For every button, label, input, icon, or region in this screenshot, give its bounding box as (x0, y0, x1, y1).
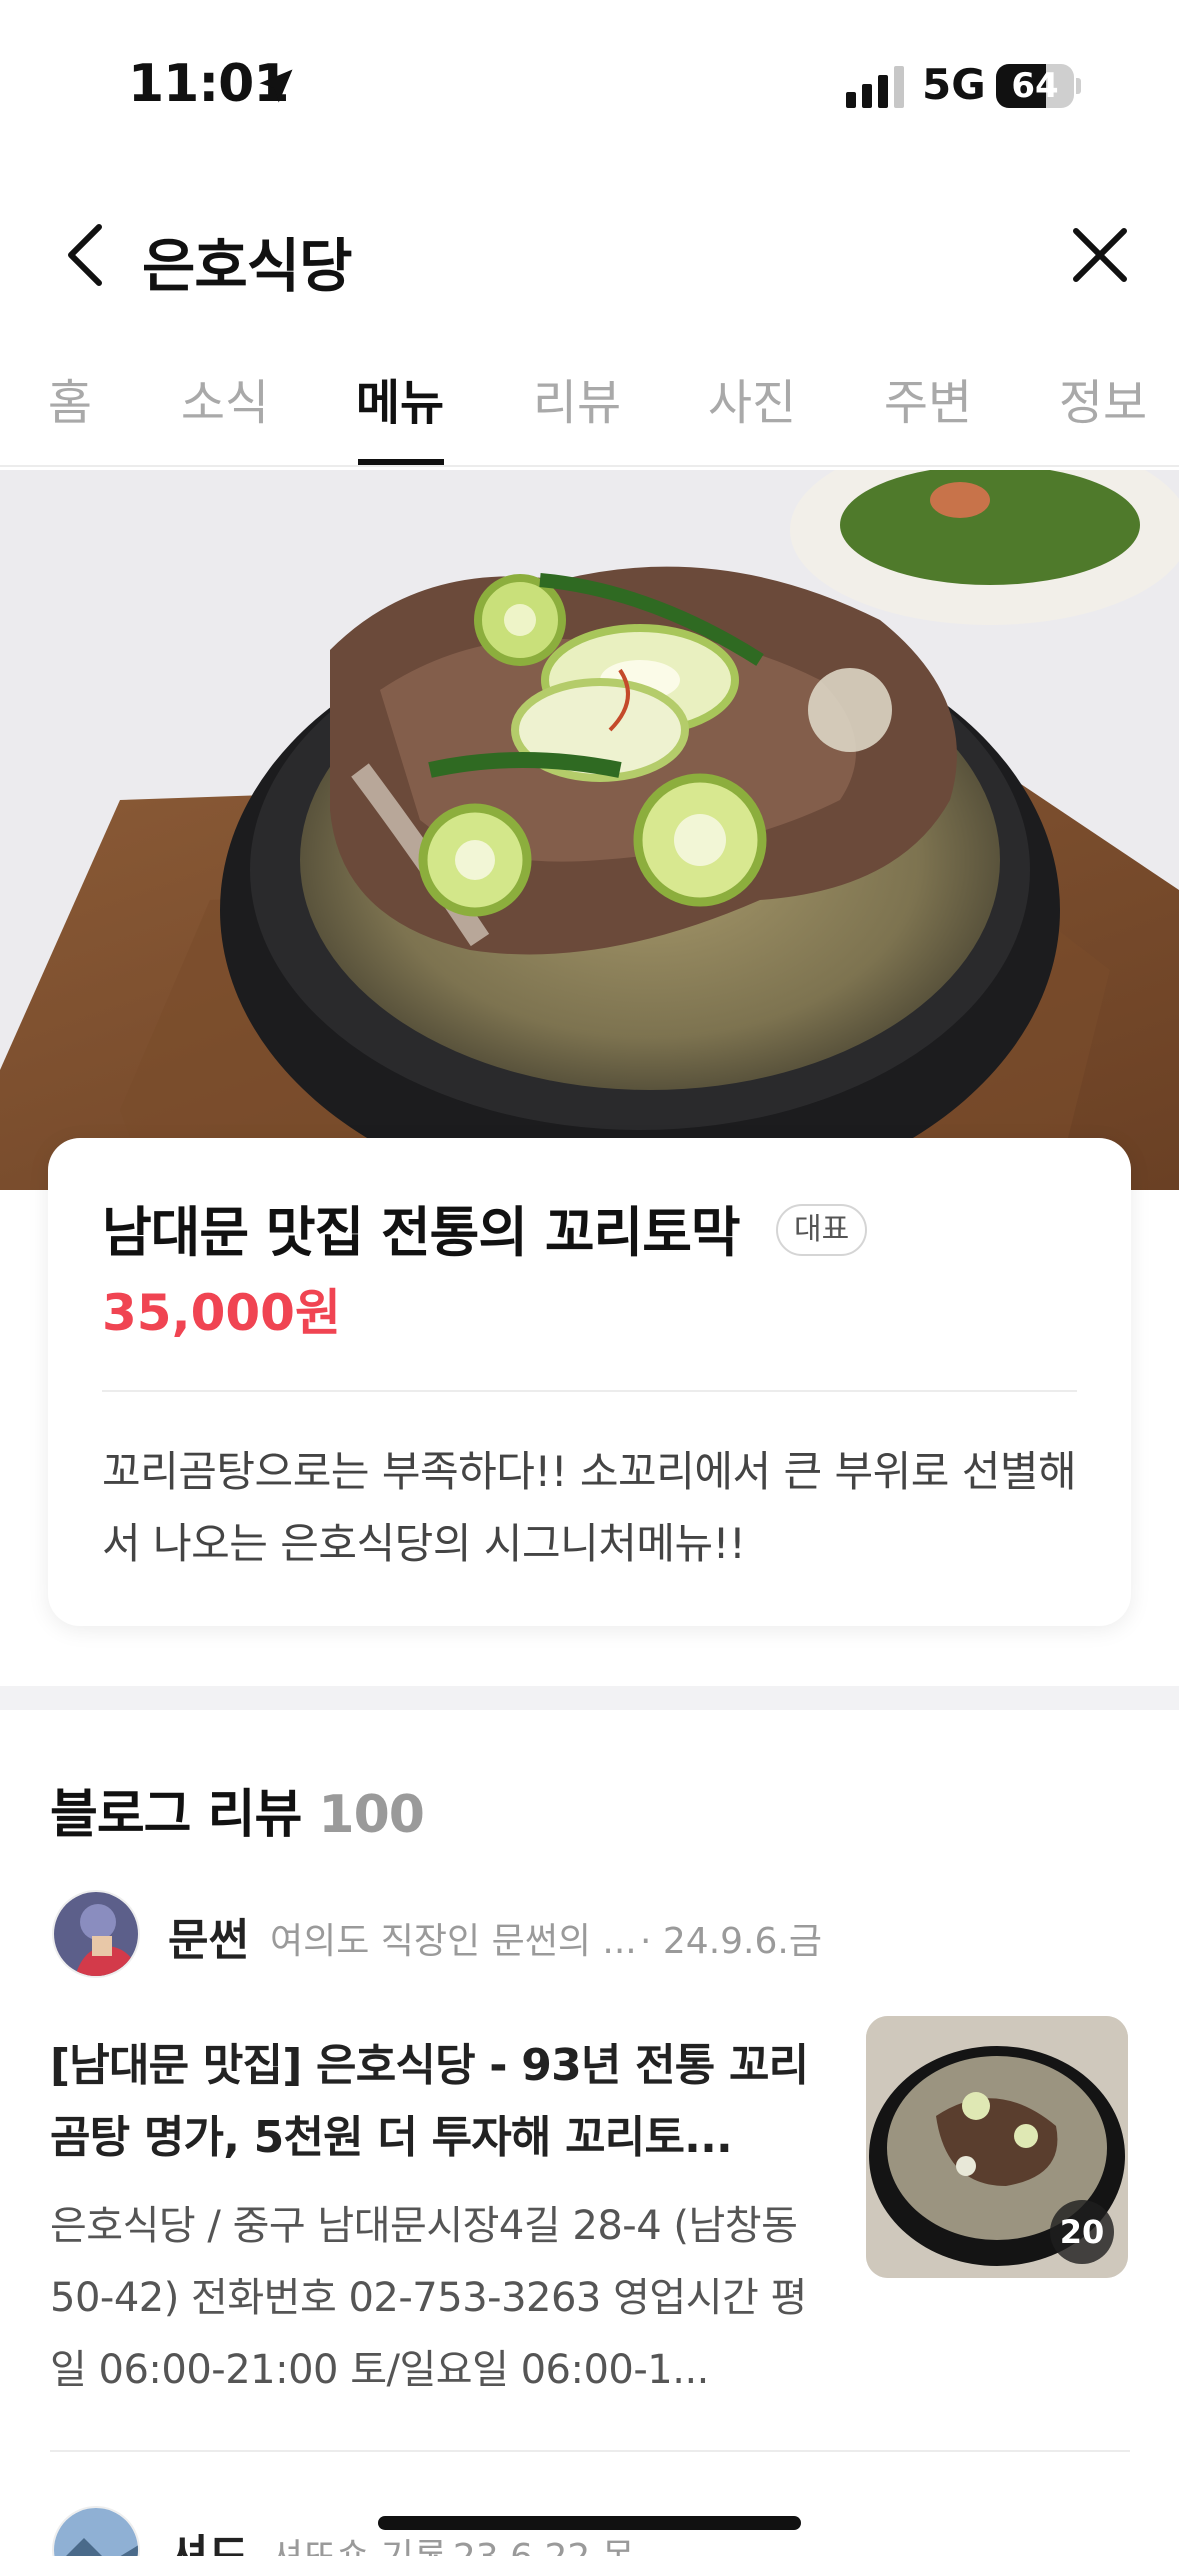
tab-home[interactable]: 홈 (30, 355, 110, 467)
author-avatar[interactable] (52, 2506, 140, 2556)
review-excerpt: 은호식당 / 중구 남대문시장4길 28-4 (남창동 50-42) 전화번호 … (50, 2203, 807, 2393)
network-type: 5G (922, 60, 986, 109)
battery-icon: 64 (996, 64, 1081, 108)
menu-item-name: 남대문 맛집 전통의 꼬리토막 (102, 1201, 741, 1264)
battery-level: 64 (1011, 66, 1059, 106)
tab-photos[interactable]: 사진 (697, 355, 807, 467)
signature-badge: 대표 (776, 1204, 868, 1256)
close-button[interactable] (1060, 215, 1140, 295)
menu-item-description: 꼬리곰탕으로는 부족하다!! 소꼬리에서 큰 부위로 선별해서 나오는 은호식당… (102, 1447, 1077, 1568)
close-icon (1073, 228, 1127, 282)
blog-review-count: 100 (318, 1785, 425, 1845)
tab-info[interactable]: 정보 (1048, 355, 1158, 467)
review-title[interactable]: [남대문 맛집] 은호식당 - 93년 전통 꼬리곰탕 명가, 5천원 더 투자… (50, 2030, 840, 2174)
review-thumbnail[interactable]: 20 (866, 2016, 1128, 2278)
divider (50, 2450, 1130, 2452)
review-date: · 23.6.22.목 (430, 2528, 635, 2556)
menu-photo[interactable] (0, 470, 1179, 1190)
author-avatar[interactable] (52, 1890, 140, 1978)
page-title: 은호식당 (142, 232, 352, 300)
location-arrow-icon (259, 69, 293, 103)
menu-item-card[interactable]: 남대문 맛집 전통의 꼬리토막 대표 35,000원 꼬리곰탕으로는 부족하다!… (48, 1138, 1131, 1626)
blog-review-title: 블로그 리뷰 (50, 1785, 302, 1845)
review-date: · 24.9.6.금 (640, 1921, 822, 1962)
cellular-signal-icon (846, 66, 904, 108)
review-author[interactable]: 문썬 (168, 1904, 249, 1968)
tab-bar: 홈 소식 메뉴 리뷰 사진 주변 정보 (0, 355, 1179, 467)
chevron-left-icon (68, 224, 102, 286)
home-indicator[interactable] (378, 2516, 801, 2530)
review-blog-name: 여의도 직장인 문썬의 ... (270, 1921, 637, 1962)
tab-reviews[interactable]: 리뷰 (522, 355, 632, 467)
menu-item-price: 35,000원 (102, 1284, 341, 1342)
active-tab-indicator (358, 459, 444, 465)
tab-nearby[interactable]: 주변 (873, 355, 983, 467)
back-button[interactable] (50, 215, 120, 295)
tab-menu[interactable]: 메뉴 (345, 355, 455, 467)
section-separator (0, 1686, 1179, 1710)
tab-news[interactable]: 소식 (170, 355, 280, 467)
review-author[interactable]: 셔드 (168, 2520, 249, 2556)
divider (102, 1390, 1077, 1392)
status-bar: 11:01 5G 64 (0, 0, 1179, 170)
blog-review-heading: 블로그 리뷰 100 (50, 1772, 425, 1847)
photo-count-badge: 20 (1050, 2200, 1114, 2264)
review-blog-name: 셔또숑 기록 (270, 2528, 447, 2556)
header: 은호식당 (0, 195, 1179, 315)
